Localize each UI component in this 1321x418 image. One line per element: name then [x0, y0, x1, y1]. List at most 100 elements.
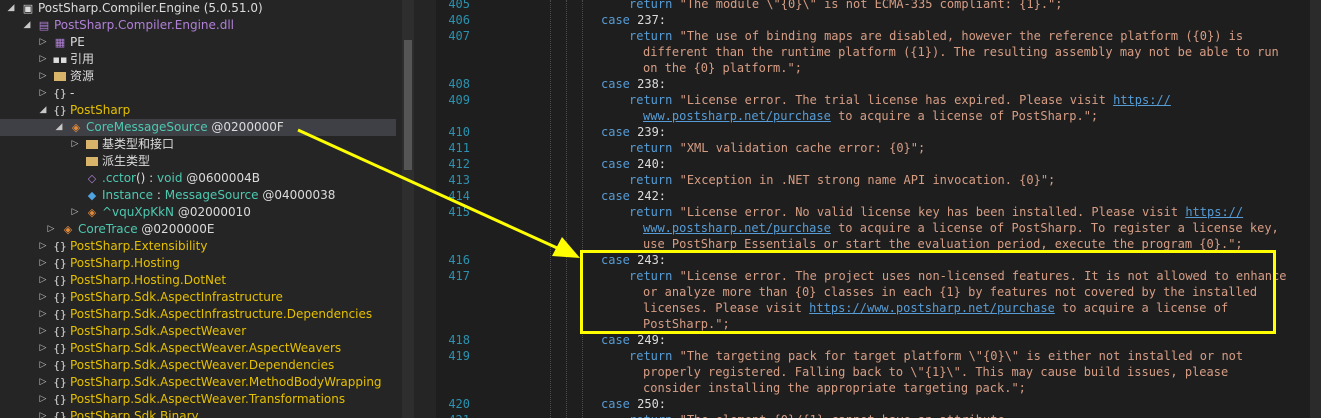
tree-item-label: PostSharp.Sdk.AspectWeaver.Transformatio…: [70, 392, 346, 406]
line-number: 416: [448, 253, 470, 267]
expand-icon[interactable]: ▷: [70, 204, 80, 221]
code-line[interactable]: www.postsharp.net/purchase to acquire a …: [436, 108, 1321, 124]
tree-item[interactable]: ▷ {} PostSharp.Hosting.DotNet: [0, 272, 396, 289]
tree-item-label: CoreMessageSource @0200000F: [86, 120, 284, 134]
code-line[interactable]: 420 case 250:: [436, 396, 1321, 412]
code-text: return "The element {0}/{1} cannot have …: [629, 412, 1005, 418]
tree-item-label: 基类型和接口: [102, 137, 175, 151]
expand-icon[interactable]: ▷: [38, 340, 48, 357]
expand-icon[interactable]: ▷: [38, 85, 48, 102]
tree-item[interactable]: ▷ {} PostSharp.Sdk.AspectWeaver.Transforma…: [0, 391, 396, 408]
tree-item[interactable]: ▷ {} -: [0, 85, 396, 102]
code-line[interactable]: 418 case 249:: [436, 332, 1321, 348]
code-editor[interactable]: 405 return "The module \"{0}\" is not ECM…: [436, 0, 1321, 418]
code-line[interactable]: 407 return "The use of binding maps are d…: [436, 28, 1321, 44]
line-number: 417: [448, 269, 470, 283]
pe-icon: ▦: [54, 36, 66, 49]
tree-item[interactable]: ◢ ▣ PostSharp.Compiler.Engine (5.0.51.0): [0, 0, 396, 17]
editor-scrollbar[interactable]: [1310, 0, 1321, 418]
namespace-icon: {}: [53, 325, 67, 338]
code-line[interactable]: www.postsharp.net/purchase to acquire a …: [436, 220, 1321, 236]
url-link[interactable]: www.postsharp.net/purchase: [643, 221, 831, 235]
expand-icon[interactable]: ▷: [46, 221, 56, 238]
expand-icon[interactable]: ▷: [38, 323, 48, 340]
code-line[interactable]: 405 return "The module \"{0}\" is not ECM…: [436, 0, 1321, 12]
tree-item-label: PostSharp: [70, 103, 131, 117]
code-line[interactable]: properly registered. Falling back to \"{…: [436, 364, 1321, 380]
folder-icon: [84, 153, 100, 170]
expand-icon[interactable]: ▷: [70, 136, 80, 153]
tree-item[interactable]: ▷ {} PostSharp.Sdk.AspectWeaver.AspectWeav…: [0, 340, 396, 357]
highlight-box: [580, 250, 1276, 334]
expand-icon[interactable]: ▷: [38, 68, 48, 85]
code-line[interactable]: different than the runtime platform ({1}…: [436, 44, 1321, 60]
code-line[interactable]: 411 return "XML validation cache error: {…: [436, 140, 1321, 156]
tree-item[interactable]: ▷ {} PostSharp.Sdk.Binary: [0, 408, 396, 418]
expand-icon[interactable]: ▷: [38, 408, 48, 418]
expand-icon[interactable]: ▷: [38, 289, 48, 306]
code-line[interactable]: 410 case 239:: [436, 124, 1321, 140]
code-line[interactable]: 413 return "Exception in .NET strong name…: [436, 172, 1321, 188]
tree-item[interactable]: ▷ {} PostSharp.Extensibility: [0, 238, 396, 255]
folder-icon: [52, 68, 68, 85]
collapse-icon[interactable]: ◢: [22, 17, 32, 34]
collapse-icon[interactable]: ◢: [38, 102, 48, 119]
tree-item[interactable]: ◢ ◈ CoreMessageSource @0200000F: [0, 119, 396, 136]
code-text: return "License error. The trial license…: [629, 93, 1171, 107]
tree-item[interactable]: ▷ {} PostSharp.Sdk.AspectWeaver.MethodBody…: [0, 374, 396, 391]
code-line[interactable]: 419 return "The targeting pack for target…: [436, 348, 1321, 364]
tree-item[interactable]: ▷ ◈ CoreTrace @0200000E: [0, 221, 396, 238]
tree-item-label: PE: [70, 35, 85, 49]
url-link[interactable]: https://: [1113, 93, 1171, 107]
url-link[interactable]: https://: [1185, 205, 1243, 219]
tree-item-label: ^vquXpKkN @02000010: [102, 205, 251, 219]
tree-item[interactable]: ◢ ▤ PostSharp.Compiler.Engine.dll: [0, 17, 396, 34]
tree-item[interactable]: ◆ Instance : MessageSource @04000038: [0, 187, 396, 204]
assembly-explorer-tree[interactable]: ◢ ▣ PostSharp.Compiler.Engine (5.0.51.0) ◢ ▤…: [0, 0, 396, 418]
code-line[interactable]: consider installing the appropriate targ…: [436, 380, 1321, 396]
class-icon: ◈: [63, 223, 73, 236]
tree-item[interactable]: ▷ {} PostSharp.Sdk.AspectInfrastructure.De…: [0, 306, 396, 323]
code-line[interactable]: on the {0} platform.";: [436, 60, 1321, 76]
expand-icon[interactable]: ▷: [38, 238, 48, 255]
expand-icon[interactable]: ▷: [38, 34, 48, 51]
expand-icon[interactable]: ▷: [38, 255, 48, 272]
expand-icon[interactable]: ▷: [38, 374, 48, 391]
code-line[interactable]: 415 return "License error. No valid licen…: [436, 204, 1321, 220]
tree-item[interactable]: ▷ ▦ PE: [0, 34, 396, 51]
tree-item[interactable]: ▷ 基类型和接口: [0, 136, 396, 153]
code-line[interactable]: 421 return "The element {0}/{1} cannot ha…: [436, 412, 1321, 418]
tree-item[interactable]: 派生类型: [0, 153, 396, 170]
tree-item-label: .cctor() : void @0600004B: [102, 171, 260, 185]
collapse-icon[interactable]: ◢: [54, 119, 64, 136]
tree-item[interactable]: ◢ {} PostSharp: [0, 102, 396, 119]
code-line[interactable]: 409 return "License error. The trial lice…: [436, 92, 1321, 108]
line-number: 406: [448, 13, 470, 27]
tree-item[interactable]: ▷ {} PostSharp.Sdk.AspectWeaver.Dependenci…: [0, 357, 396, 374]
namespace-icon: {}: [53, 104, 67, 117]
expand-icon[interactable]: ▷: [38, 272, 48, 289]
tree-item[interactable]: ▷ {} PostSharp.Sdk.AspectWeaver: [0, 323, 396, 340]
tree-scrollbar-thumb[interactable]: [404, 40, 412, 170]
tree-item[interactable]: ▷ {} PostSharp.Hosting: [0, 255, 396, 272]
collapse-icon[interactable]: ◢: [6, 0, 16, 17]
line-number: 408: [448, 77, 470, 91]
expand-icon[interactable]: ▷: [38, 51, 48, 68]
tree-item[interactable]: ▷ ▪▪ 引用: [0, 51, 396, 68]
code-line[interactable]: 412 case 240:: [436, 156, 1321, 172]
code-line[interactable]: 406 case 237:: [436, 12, 1321, 28]
code-line[interactable]: 408 case 238:: [436, 76, 1321, 92]
class-icon: ◈: [71, 121, 81, 134]
url-link[interactable]: www.postsharp.net/purchase: [643, 109, 831, 123]
tree-item-label: PostSharp.Sdk.AspectWeaver.MethodBodyWra…: [70, 375, 382, 389]
tree-item[interactable]: ◇ .cctor() : void @0600004B: [0, 170, 396, 187]
tree-item[interactable]: ▷ {} PostSharp.Sdk.AspectInfrastructure: [0, 289, 396, 306]
namespace-icon: {}: [53, 87, 67, 100]
code-line[interactable]: 414 case 242:: [436, 188, 1321, 204]
tree-item[interactable]: ▷ ◈ ^vquXpKkN @02000010: [0, 204, 396, 221]
tree-item[interactable]: ▷ 资源: [0, 68, 396, 85]
expand-icon[interactable]: ▷: [38, 306, 48, 323]
expand-icon[interactable]: ▷: [38, 391, 48, 408]
expand-icon[interactable]: ▷: [38, 357, 48, 374]
tree-item-label: PostSharp.Sdk.AspectInfrastructure.Depen…: [70, 307, 373, 321]
